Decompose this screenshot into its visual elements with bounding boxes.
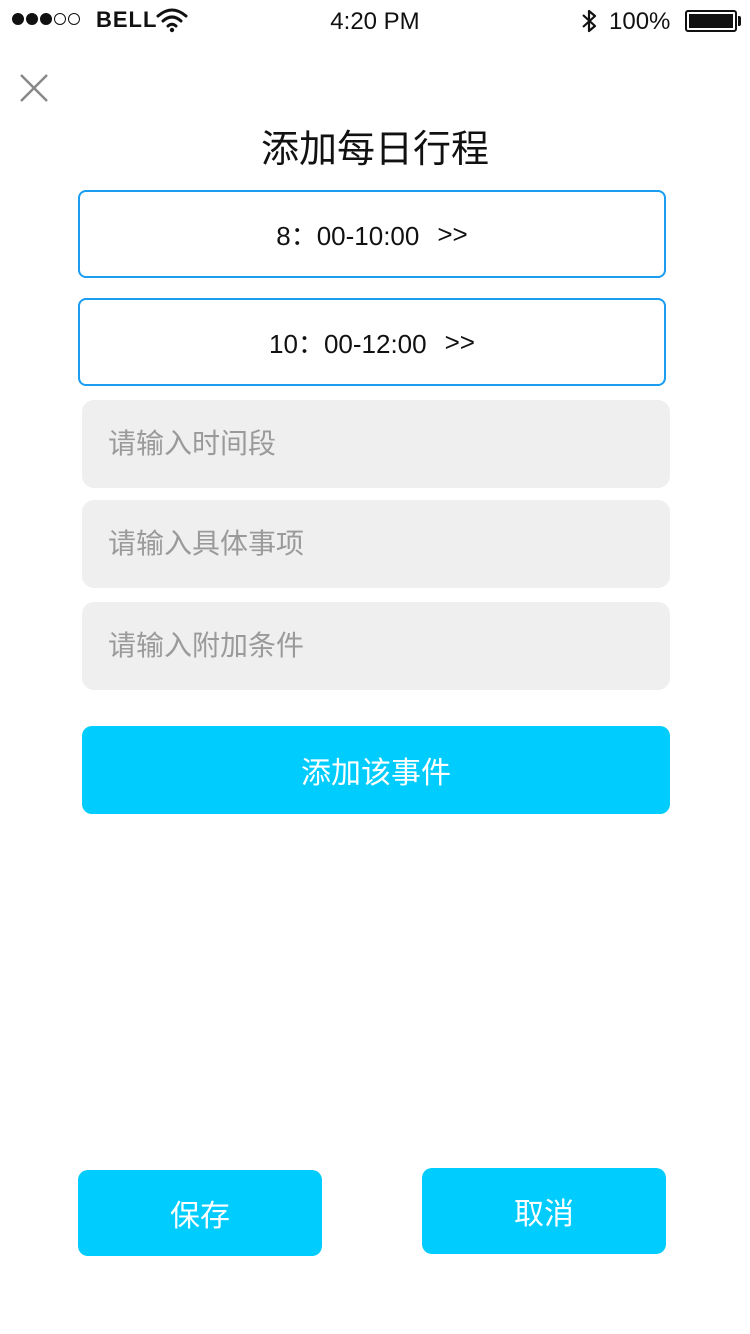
battery-tip [738,16,741,26]
time-period-input[interactable] [82,400,670,488]
page-title: 添加每日行程 [260,129,489,171]
cancel-button[interactable]: 取消 [422,1168,666,1254]
battery-level [689,14,733,28]
chevron-double-right-icon: >> [437,218,468,249]
close-icon [20,74,48,102]
bluetooth-icon [578,8,600,39]
save-button[interactable]: 保存 [78,1170,322,1256]
time-slot-item[interactable]: 10：00-12:00 >> [78,298,666,386]
app-screen: BELL 4:20 PM 100% 添加每日行程 8：00-10:00 >> 1… [0,0,750,1334]
status-bar: BELL 4:20 PM 100% [0,0,750,40]
battery-icon [685,10,737,32]
add-event-button[interactable]: 添加该事件 [82,726,670,814]
time-slot-item[interactable]: 8：00-10:00 >> [78,190,666,278]
time-slot-label: 8：00-10:00 [276,220,420,251]
chevron-double-right-icon: >> [444,326,475,357]
close-button[interactable] [18,72,50,104]
battery-percentage: 100% [609,8,671,35]
extra-condition-input[interactable] [82,602,670,690]
time-slot-label: 10：00-12:00 [269,328,427,359]
event-detail-input[interactable] [82,500,670,588]
